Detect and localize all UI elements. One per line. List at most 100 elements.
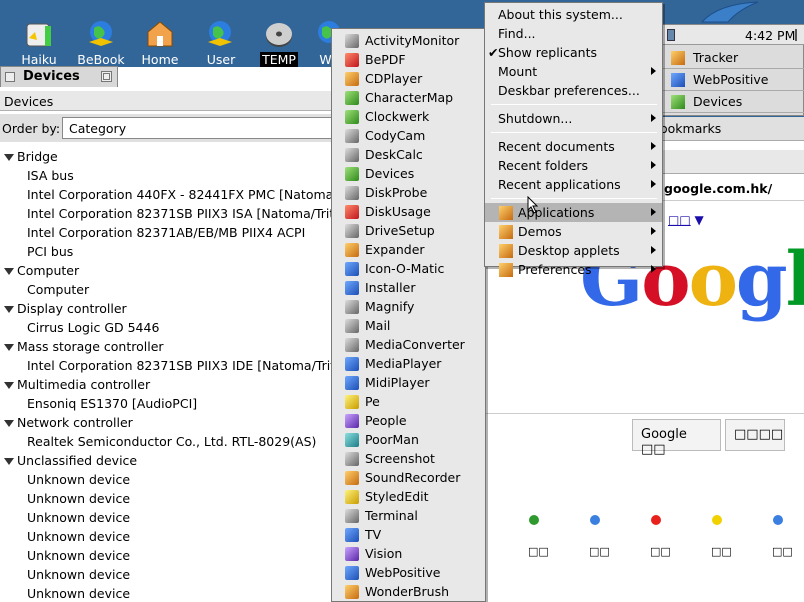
tree-device[interactable]: ISA bus bbox=[0, 166, 335, 185]
tree-device[interactable]: Unknown device bbox=[0, 527, 335, 546]
main-menu-item[interactable]: Demos bbox=[485, 222, 662, 241]
tray-handle-icon[interactable] bbox=[795, 29, 801, 41]
deskbar-item-devices[interactable]: Devices bbox=[663, 91, 804, 113]
app-menu-item[interactable]: WonderBrush bbox=[332, 582, 485, 601]
expand-triangle-icon[interactable] bbox=[4, 458, 14, 465]
web-links[interactable]: □□ ▼ bbox=[668, 213, 704, 227]
app-menu-item[interactable]: CDPlayer bbox=[332, 69, 485, 88]
tree-device[interactable]: Intel Corporation 82371SB PIIX3 ISA [Nat… bbox=[0, 204, 335, 223]
tree-category[interactable]: Bridge bbox=[0, 147, 335, 166]
tree-category[interactable]: Mass storage controller bbox=[0, 337, 335, 356]
tree-device[interactable]: Unknown device bbox=[0, 565, 335, 584]
link-underline[interactable]: □□ bbox=[668, 213, 691, 227]
app-menu-item[interactable]: Pe bbox=[332, 392, 485, 411]
app-menu-item[interactable]: People bbox=[332, 411, 485, 430]
app-menu-item[interactable]: Icon-O-Matic bbox=[332, 259, 485, 278]
app-menu-item[interactable]: Magnify bbox=[332, 297, 485, 316]
tree-device[interactable]: Unknown device bbox=[0, 508, 335, 527]
dot-4[interactable] bbox=[712, 515, 722, 525]
dot-1[interactable] bbox=[529, 515, 539, 525]
expand-triangle-icon[interactable] bbox=[4, 344, 14, 351]
bookmarks-menu-label[interactable]: ookmarks bbox=[660, 121, 721, 136]
main-menu-item[interactable]: Recent applications bbox=[485, 175, 662, 194]
main-menu-item[interactable]: Applications bbox=[485, 203, 662, 222]
app-menu-item[interactable]: Screenshot bbox=[332, 449, 485, 468]
app-icon bbox=[345, 205, 359, 219]
main-menu-item[interactable]: Desktop applets bbox=[485, 241, 662, 260]
desktop-icon-haiku[interactable]: Haiku bbox=[4, 18, 74, 67]
app-menu-item[interactable]: DiskUsage bbox=[332, 202, 485, 221]
expand-triangle-icon[interactable] bbox=[4, 268, 14, 275]
order-by-select[interactable]: Category bbox=[62, 117, 342, 139]
expand-triangle-icon[interactable] bbox=[4, 382, 14, 389]
app-menu-item[interactable]: BePDF bbox=[332, 50, 485, 69]
tree-device[interactable]: PCI bus bbox=[0, 242, 335, 261]
tree-device[interactable]: Unknown device bbox=[0, 584, 335, 602]
app-menu-item[interactable]: TV bbox=[332, 525, 485, 544]
app-menu-item[interactable]: SoundRecorder bbox=[332, 468, 485, 487]
tree-device[interactable]: Realtek Semiconductor Co., Ltd. RTL-8029… bbox=[0, 432, 335, 451]
app-menu-item[interactable]: StyledEdit bbox=[332, 487, 485, 506]
tree-device[interactable]: Unknown device bbox=[0, 546, 335, 565]
app-menu-item[interactable]: DeskCalc bbox=[332, 145, 485, 164]
main-menu-item[interactable]: Shutdown... bbox=[485, 109, 662, 128]
tree-device[interactable]: Ensoniq ES1370 [AudioPCI] bbox=[0, 394, 335, 413]
app-menu-item[interactable]: CharacterMap bbox=[332, 88, 485, 107]
main-menu-item[interactable]: Recent folders bbox=[485, 156, 662, 175]
tree-category[interactable]: Multimedia controller bbox=[0, 375, 335, 394]
app-menu-item[interactable]: DiskProbe bbox=[332, 183, 485, 202]
app-menu-item[interactable]: Clockwerk bbox=[332, 107, 485, 126]
app-menu-item[interactable]: Vision bbox=[332, 544, 485, 563]
main-menu-item[interactable]: Recent documents bbox=[485, 137, 662, 156]
app-menu-item[interactable]: CodyCam bbox=[332, 126, 485, 145]
tree-device[interactable]: Cirrus Logic GD 5446 bbox=[0, 318, 335, 337]
app-menu-item[interactable]: MediaConverter bbox=[332, 335, 485, 354]
main-menu-item[interactable]: Mount bbox=[485, 62, 662, 81]
clock[interactable]: 4:42 PM bbox=[745, 28, 795, 43]
app-menu-item[interactable]: Installer bbox=[332, 278, 485, 297]
tree-device[interactable]: Unknown device bbox=[0, 489, 335, 508]
haiku-leaf-icon[interactable] bbox=[698, 0, 762, 24]
expand-triangle-icon[interactable] bbox=[4, 306, 14, 313]
app-menu-item[interactable]: WebPositive bbox=[332, 563, 485, 582]
tree-device[interactable]: Intel Corporation 440FX - 82441FX PMC [N… bbox=[0, 185, 335, 204]
tree-category[interactable]: Network controller bbox=[0, 413, 335, 432]
tree-label: Realtek Semiconductor Co., Ltd. RTL-8029… bbox=[27, 434, 317, 449]
main-menu-item[interactable]: Preferences bbox=[485, 260, 662, 279]
zoom-icon[interactable] bbox=[101, 71, 112, 82]
app-menu-item[interactable]: MidiPlayer bbox=[332, 373, 485, 392]
dot-3[interactable] bbox=[651, 515, 661, 525]
main-menu-item[interactable]: About this system... bbox=[485, 5, 662, 24]
tree-category[interactable]: Display controller bbox=[0, 299, 335, 318]
app-menu-item[interactable]: ActivityMonitor bbox=[332, 31, 485, 50]
window-tab[interactable]: Devices bbox=[0, 66, 118, 87]
deskbar-item-webpositive[interactable]: WebPositive bbox=[663, 69, 804, 91]
expand-triangle-icon[interactable] bbox=[4, 154, 14, 161]
app-menu-item[interactable]: MediaPlayer bbox=[332, 354, 485, 373]
tree-category[interactable]: Computer bbox=[0, 261, 335, 280]
dot-2[interactable] bbox=[590, 515, 600, 525]
app-menu-item[interactable]: Devices bbox=[332, 164, 485, 183]
app-menu-item[interactable]: Mail bbox=[332, 316, 485, 335]
tree-category[interactable]: Unclassified device bbox=[0, 451, 335, 470]
tree-device[interactable]: Computer bbox=[0, 280, 335, 299]
link-dropdown[interactable]: ▼ bbox=[695, 213, 704, 227]
expand-triangle-icon[interactable] bbox=[4, 420, 14, 427]
tree-device[interactable]: Intel Corporation 82371AB/EB/MB PIIX4 AC… bbox=[0, 223, 335, 242]
app-menu-item[interactable]: Terminal bbox=[332, 506, 485, 525]
app-menu-item[interactable]: DriveSetup bbox=[332, 221, 485, 240]
tree-device[interactable]: Intel Corporation 82371SB PIIX3 IDE [Nat… bbox=[0, 356, 335, 375]
app-menu-item[interactable]: PoorMan bbox=[332, 430, 485, 449]
menu-devices[interactable]: Devices bbox=[4, 94, 53, 109]
app-menu-item[interactable]: Expander bbox=[332, 240, 485, 259]
google-search-button[interactable]: Google □□ bbox=[632, 419, 721, 457]
close-icon[interactable] bbox=[5, 72, 15, 82]
tree-device[interactable]: Unknown device bbox=[0, 470, 335, 489]
deskbar-item-tracker[interactable]: Tracker bbox=[663, 47, 804, 69]
main-menu-item[interactable]: ✔ Show replicants bbox=[485, 43, 662, 62]
main-menu-item[interactable]: Find... bbox=[485, 24, 662, 43]
main-menu-item[interactable]: Deskbar preferences... bbox=[485, 81, 662, 100]
dot-5[interactable] bbox=[773, 515, 783, 525]
tray-icon[interactable] bbox=[667, 29, 675, 41]
feeling-lucky-button[interactable]: □□□□ bbox=[725, 419, 785, 451]
